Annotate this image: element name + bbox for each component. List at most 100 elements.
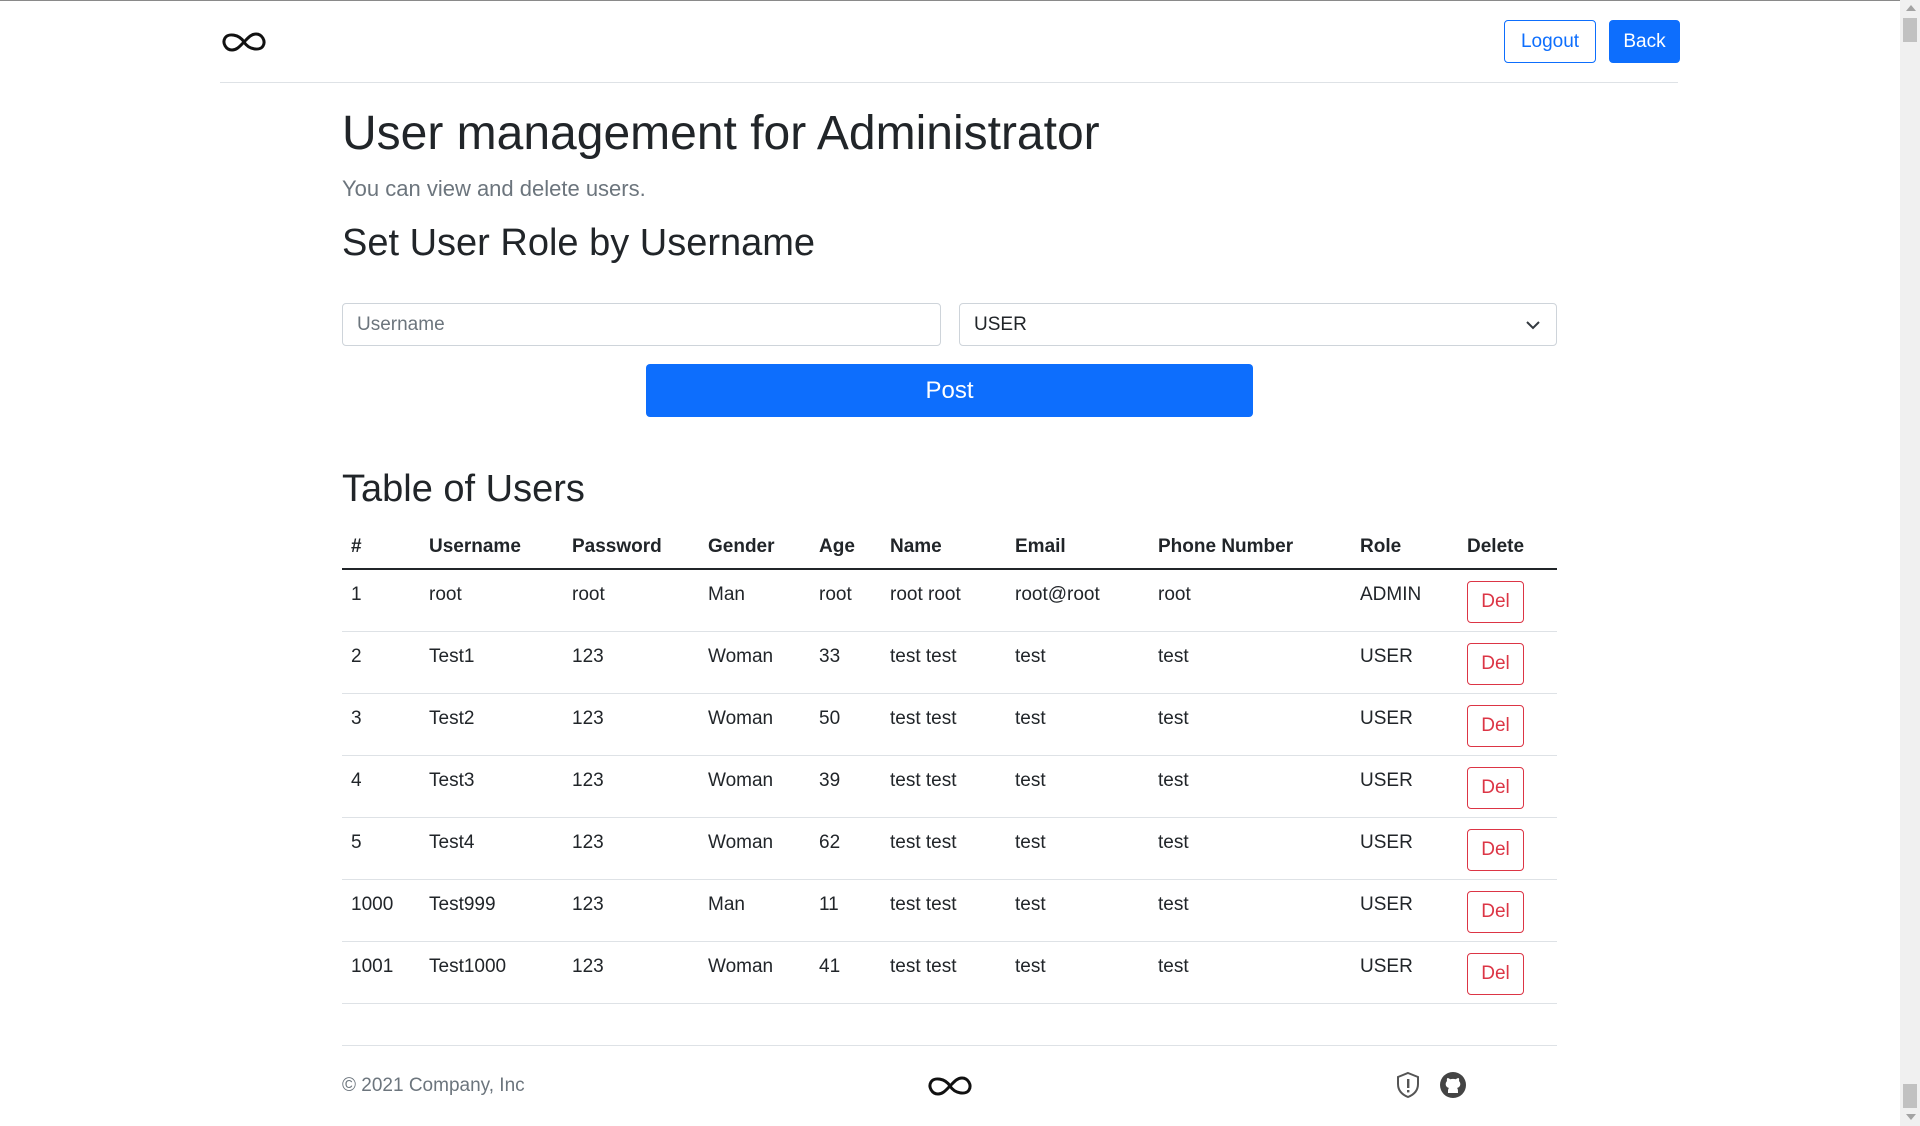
site-header: Logout Back bbox=[220, 1, 1680, 83]
username-input[interactable] bbox=[342, 303, 941, 346]
footer-divider bbox=[342, 1045, 1557, 1046]
cell-gender: Woman bbox=[699, 817, 810, 880]
role-select-value: USER bbox=[974, 314, 1027, 335]
chevron-down-icon bbox=[1526, 321, 1540, 330]
delete-user-button[interactable]: Del bbox=[1467, 890, 1524, 933]
cell-name: test test bbox=[881, 755, 1006, 818]
cell-phone: test bbox=[1149, 941, 1351, 1004]
cell-delete: Del bbox=[1458, 879, 1557, 942]
delete-user-button[interactable]: Del bbox=[1467, 766, 1524, 809]
cell-username: Test999 bbox=[420, 879, 563, 942]
col-header-email: Email bbox=[1006, 526, 1149, 570]
cell-role: USER bbox=[1351, 631, 1458, 694]
table-row: 1000 Test999 123 Man 11 test test test t… bbox=[342, 879, 1557, 942]
table-row: 1001 Test1000 123 Woman 41 test test tes… bbox=[342, 941, 1557, 1004]
cell-phone: root bbox=[1149, 569, 1351, 632]
infinity-icon[interactable] bbox=[926, 1072, 974, 1100]
cell-id: 1001 bbox=[342, 941, 420, 1004]
cell-email: test bbox=[1006, 755, 1149, 818]
col-header-id: # bbox=[342, 526, 420, 570]
delete-user-button[interactable]: Del bbox=[1467, 642, 1524, 685]
col-header-password: Password bbox=[563, 526, 699, 570]
cell-role: ADMIN bbox=[1351, 569, 1458, 632]
users-table-head: # Username Password Gender Age Name Emai… bbox=[342, 526, 1557, 570]
shield-icon[interactable] bbox=[1395, 1071, 1421, 1099]
users-table-header-row: # Username Password Gender Age Name Emai… bbox=[342, 526, 1557, 570]
cell-name: test test bbox=[881, 941, 1006, 1004]
logout-button[interactable]: Logout bbox=[1504, 20, 1596, 63]
cell-phone: test bbox=[1149, 693, 1351, 756]
cell-email: test bbox=[1006, 941, 1149, 1004]
cell-username: Test2 bbox=[420, 693, 563, 756]
col-header-delete: Delete bbox=[1458, 526, 1557, 570]
cell-username: Test1 bbox=[420, 631, 563, 694]
cell-gender: Man bbox=[699, 569, 810, 632]
delete-user-button[interactable]: Del bbox=[1467, 952, 1524, 995]
scroll-down-arrow-icon[interactable] bbox=[1906, 1114, 1916, 1120]
cell-email: root@root bbox=[1006, 569, 1149, 632]
cell-name: test test bbox=[881, 879, 1006, 942]
cell-password: 123 bbox=[563, 755, 699, 818]
back-button[interactable]: Back bbox=[1609, 20, 1680, 63]
copyright-text: © 2021 Company, Inc bbox=[342, 1075, 525, 1096]
cell-username: Test3 bbox=[420, 755, 563, 818]
cell-password: root bbox=[563, 569, 699, 632]
cell-email: test bbox=[1006, 631, 1149, 694]
cell-id: 5 bbox=[342, 817, 420, 880]
cell-password: 123 bbox=[563, 631, 699, 694]
cell-id: 2 bbox=[342, 631, 420, 694]
delete-user-button[interactable]: Del bbox=[1467, 581, 1524, 623]
delete-user-button[interactable]: Del bbox=[1467, 704, 1524, 747]
github-icon[interactable] bbox=[1439, 1071, 1467, 1099]
users-table-body: 1 root root Man root root root root@root… bbox=[342, 569, 1557, 1004]
cell-role: USER bbox=[1351, 817, 1458, 880]
cell-role: USER bbox=[1351, 693, 1458, 756]
table-row: 4 Test3 123 Woman 39 test test test test… bbox=[342, 755, 1557, 818]
table-row: 5 Test4 123 Woman 62 test test test test… bbox=[342, 817, 1557, 880]
vertical-scrollbar[interactable] bbox=[1900, 0, 1920, 1126]
cell-age: 62 bbox=[810, 817, 881, 880]
cell-username: Test4 bbox=[420, 817, 563, 880]
cell-email: test bbox=[1006, 693, 1149, 756]
cell-gender: Woman bbox=[699, 693, 810, 756]
scrollbar-thumb-lower[interactable] bbox=[1903, 1084, 1917, 1108]
col-header-phone: Phone Number bbox=[1149, 526, 1351, 570]
cell-email: test bbox=[1006, 817, 1149, 880]
cell-role: USER bbox=[1351, 879, 1458, 942]
cell-username: Test1000 bbox=[420, 941, 563, 1004]
col-header-name: Name bbox=[881, 526, 1006, 570]
cell-password: 123 bbox=[563, 879, 699, 942]
scrollbar-thumb[interactable] bbox=[1903, 18, 1917, 42]
cell-password: 123 bbox=[563, 941, 699, 1004]
cell-phone: test bbox=[1149, 631, 1351, 694]
cell-id: 1 bbox=[342, 569, 420, 632]
cell-name: root root bbox=[881, 569, 1006, 632]
table-row: 1 root root Man root root root root@root… bbox=[342, 569, 1557, 632]
post-button[interactable]: Post bbox=[646, 364, 1253, 417]
cell-password: 123 bbox=[563, 693, 699, 756]
cell-delete: Del bbox=[1458, 817, 1557, 880]
cell-delete: Del bbox=[1458, 569, 1557, 632]
delete-user-button[interactable]: Del bbox=[1467, 828, 1524, 871]
users-table-heading: Table of Users bbox=[342, 468, 585, 510]
col-header-gender: Gender bbox=[699, 526, 810, 570]
cell-phone: test bbox=[1149, 879, 1351, 942]
cell-age: 50 bbox=[810, 693, 881, 756]
col-header-age: Age bbox=[810, 526, 881, 570]
cell-age: root bbox=[810, 569, 881, 632]
cell-delete: Del bbox=[1458, 941, 1557, 1004]
cell-password: 123 bbox=[563, 817, 699, 880]
cell-email: test bbox=[1006, 879, 1149, 942]
cell-role: USER bbox=[1351, 755, 1458, 818]
role-select[interactable]: USER bbox=[959, 303, 1557, 346]
set-role-heading: Set User Role by Username bbox=[342, 222, 816, 264]
scroll-up-arrow-icon[interactable] bbox=[1906, 5, 1916, 11]
cell-delete: Del bbox=[1458, 693, 1557, 756]
cell-age: 41 bbox=[810, 941, 881, 1004]
cell-id: 1000 bbox=[342, 879, 420, 942]
cell-name: test test bbox=[881, 817, 1006, 880]
infinity-icon[interactable] bbox=[220, 27, 268, 57]
col-header-role: Role bbox=[1351, 526, 1458, 570]
page-title: User management for Administrator bbox=[342, 107, 1100, 160]
cell-gender: Woman bbox=[699, 631, 810, 694]
